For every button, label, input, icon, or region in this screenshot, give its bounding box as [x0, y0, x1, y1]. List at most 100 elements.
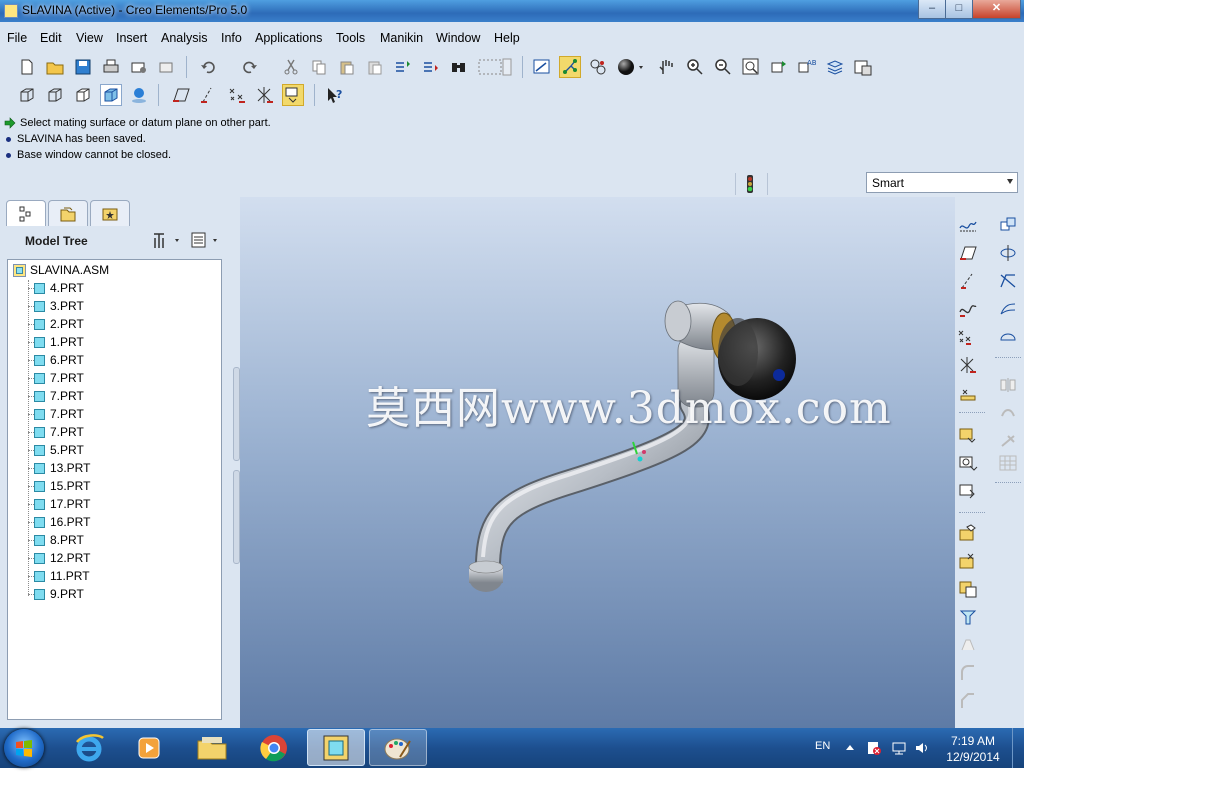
menu-insert[interactable]: Insert [116, 31, 147, 45]
menu-manikin[interactable]: Manikin [380, 31, 423, 45]
input-language[interactable]: EN [815, 740, 830, 752]
trim-tool-icon[interactable] [997, 430, 1019, 452]
menu-view[interactable]: View [76, 31, 103, 45]
repaint-icon[interactable] [531, 56, 553, 78]
pattern-tool-icon[interactable] [997, 452, 1019, 474]
menu-applications[interactable]: Applications [255, 31, 322, 45]
saved-views-icon[interactable] [768, 56, 790, 78]
menu-help[interactable]: Help [494, 31, 520, 45]
cut-icon[interactable] [280, 56, 302, 78]
new-file-icon[interactable] [16, 56, 38, 78]
sash-grip[interactable] [233, 367, 240, 461]
taskbar-file-explorer[interactable] [183, 729, 241, 766]
menu-analysis[interactable]: Analysis [161, 31, 208, 45]
assembly-repeat-icon[interactable] [957, 578, 979, 600]
reorient-icon[interactable]: AB [796, 56, 818, 78]
tree-item-part[interactable]: 12.PRT [34, 549, 90, 567]
assembly-create-icon[interactable] [957, 550, 979, 572]
assemble-component-icon[interactable] [957, 424, 979, 446]
panel-sash[interactable] [232, 197, 240, 728]
hidden-line-icon[interactable] [44, 84, 66, 106]
show-options-icon[interactable] [190, 231, 224, 249]
hole-feature-icon[interactable] [957, 634, 979, 656]
show-desktop-button[interactable] [1012, 728, 1025, 768]
shading-display-icon[interactable] [615, 56, 647, 78]
selection-box-icon[interactable] [476, 56, 514, 78]
menu-info[interactable]: Info [221, 31, 242, 45]
view-manager-icon[interactable] [852, 56, 874, 78]
sash-grip[interactable] [233, 470, 240, 564]
close-button[interactable]: ✕ [972, 0, 1021, 19]
orient-mode-icon[interactable] [587, 56, 609, 78]
plane-rotate-icon[interactable] [997, 270, 1019, 292]
tree-root-assembly[interactable]: SLAVINA.ASM [13, 261, 109, 279]
zoom-out-icon[interactable] [712, 56, 734, 78]
paste-special-icon[interactable] [364, 56, 386, 78]
zoom-in-icon[interactable] [684, 56, 706, 78]
tree-item-part[interactable]: 7.PRT [34, 387, 84, 405]
taskbar-paint[interactable] [369, 729, 427, 766]
attach-mail-icon[interactable] [156, 56, 178, 78]
system-clock[interactable]: 7:19 AM 12/9/2014 [940, 733, 1006, 765]
datum-points-icon[interactable] [226, 84, 248, 106]
tab-folder-browser[interactable] [48, 200, 88, 226]
selection-filter-dropdown[interactable]: Smart [866, 172, 1018, 193]
tree-item-part[interactable]: 8.PRT [34, 531, 84, 549]
minimize-button[interactable]: – [918, 0, 946, 19]
revolve-axis-icon[interactable] [997, 242, 1019, 264]
print-icon[interactable] [100, 56, 122, 78]
send-mail-icon[interactable] [128, 56, 150, 78]
paste-icon[interactable] [336, 56, 358, 78]
round-feature-icon[interactable] [957, 662, 979, 684]
move-component-icon[interactable] [997, 214, 1019, 236]
taskbar-internet-explorer[interactable] [60, 729, 118, 766]
enhanced-realism-icon[interactable] [128, 84, 150, 106]
taskbar-chrome[interactable] [245, 729, 303, 766]
surface-tool-icon[interactable] [997, 298, 1019, 320]
faucet-model[interactable] [240, 197, 955, 728]
tree-item-part[interactable]: 11.PRT [34, 567, 90, 585]
datum-curve-tool-icon[interactable] [957, 298, 979, 320]
undo-icon[interactable] [198, 56, 220, 78]
menu-window[interactable]: Window [436, 31, 480, 45]
tab-favorites[interactable] [90, 200, 130, 226]
action-center-icon[interactable] [866, 740, 882, 756]
maximize-button[interactable]: □ [945, 0, 973, 19]
assembly-add-icon[interactable] [957, 522, 979, 544]
regenerate-icon[interactable] [392, 56, 414, 78]
graphics-viewport[interactable]: 莫西网www.3dmox.com [240, 197, 955, 728]
wireframe-icon[interactable] [16, 84, 38, 106]
refit-icon[interactable] [740, 56, 762, 78]
shading-icon[interactable] [100, 84, 122, 106]
chamfer-feature-icon[interactable] [957, 690, 979, 712]
tree-item-part[interactable]: 1.PRT [34, 333, 84, 351]
datum-axis-tool-icon[interactable] [957, 270, 979, 292]
traffic-light-icon[interactable] [744, 174, 756, 194]
tree-item-part[interactable]: 3.PRT [34, 297, 84, 315]
datum-planes-icon[interactable] [170, 84, 192, 106]
copy-icon[interactable] [308, 56, 330, 78]
no-hidden-icon[interactable] [72, 84, 94, 106]
regen-manager-icon[interactable] [420, 56, 442, 78]
package-component-icon[interactable] [957, 480, 979, 502]
tree-item-part[interactable]: 7.PRT [34, 405, 84, 423]
tree-item-part[interactable]: 7.PRT [34, 369, 84, 387]
model-tree[interactable]: SLAVINA.ASM 4.PRT 3.PRT 2.PRT 1.PRT 6.PRT 7.P… [7, 259, 222, 720]
tree-item-part[interactable]: 13.PRT [34, 459, 90, 477]
tab-model-tree[interactable] [6, 200, 46, 226]
menu-edit[interactable]: Edit [40, 31, 62, 45]
datum-axes-icon[interactable] [198, 84, 220, 106]
redo-icon[interactable] [238, 56, 260, 78]
analysis-tool-icon[interactable] [957, 382, 979, 404]
spin-center-icon[interactable] [559, 56, 581, 78]
settings-tools-icon[interactable] [150, 231, 184, 249]
tree-item-part[interactable]: 15.PRT [34, 477, 90, 495]
network-icon[interactable] [891, 740, 907, 756]
find-icon[interactable] [448, 56, 470, 78]
tree-item-part[interactable]: 2.PRT [34, 315, 84, 333]
coordinate-systems-icon[interactable] [254, 84, 276, 106]
volume-icon[interactable] [914, 740, 930, 756]
coord-system-tool-icon[interactable] [957, 354, 979, 376]
menu-file[interactable]: File [7, 31, 27, 45]
context-help-icon[interactable]: ? [324, 84, 346, 106]
